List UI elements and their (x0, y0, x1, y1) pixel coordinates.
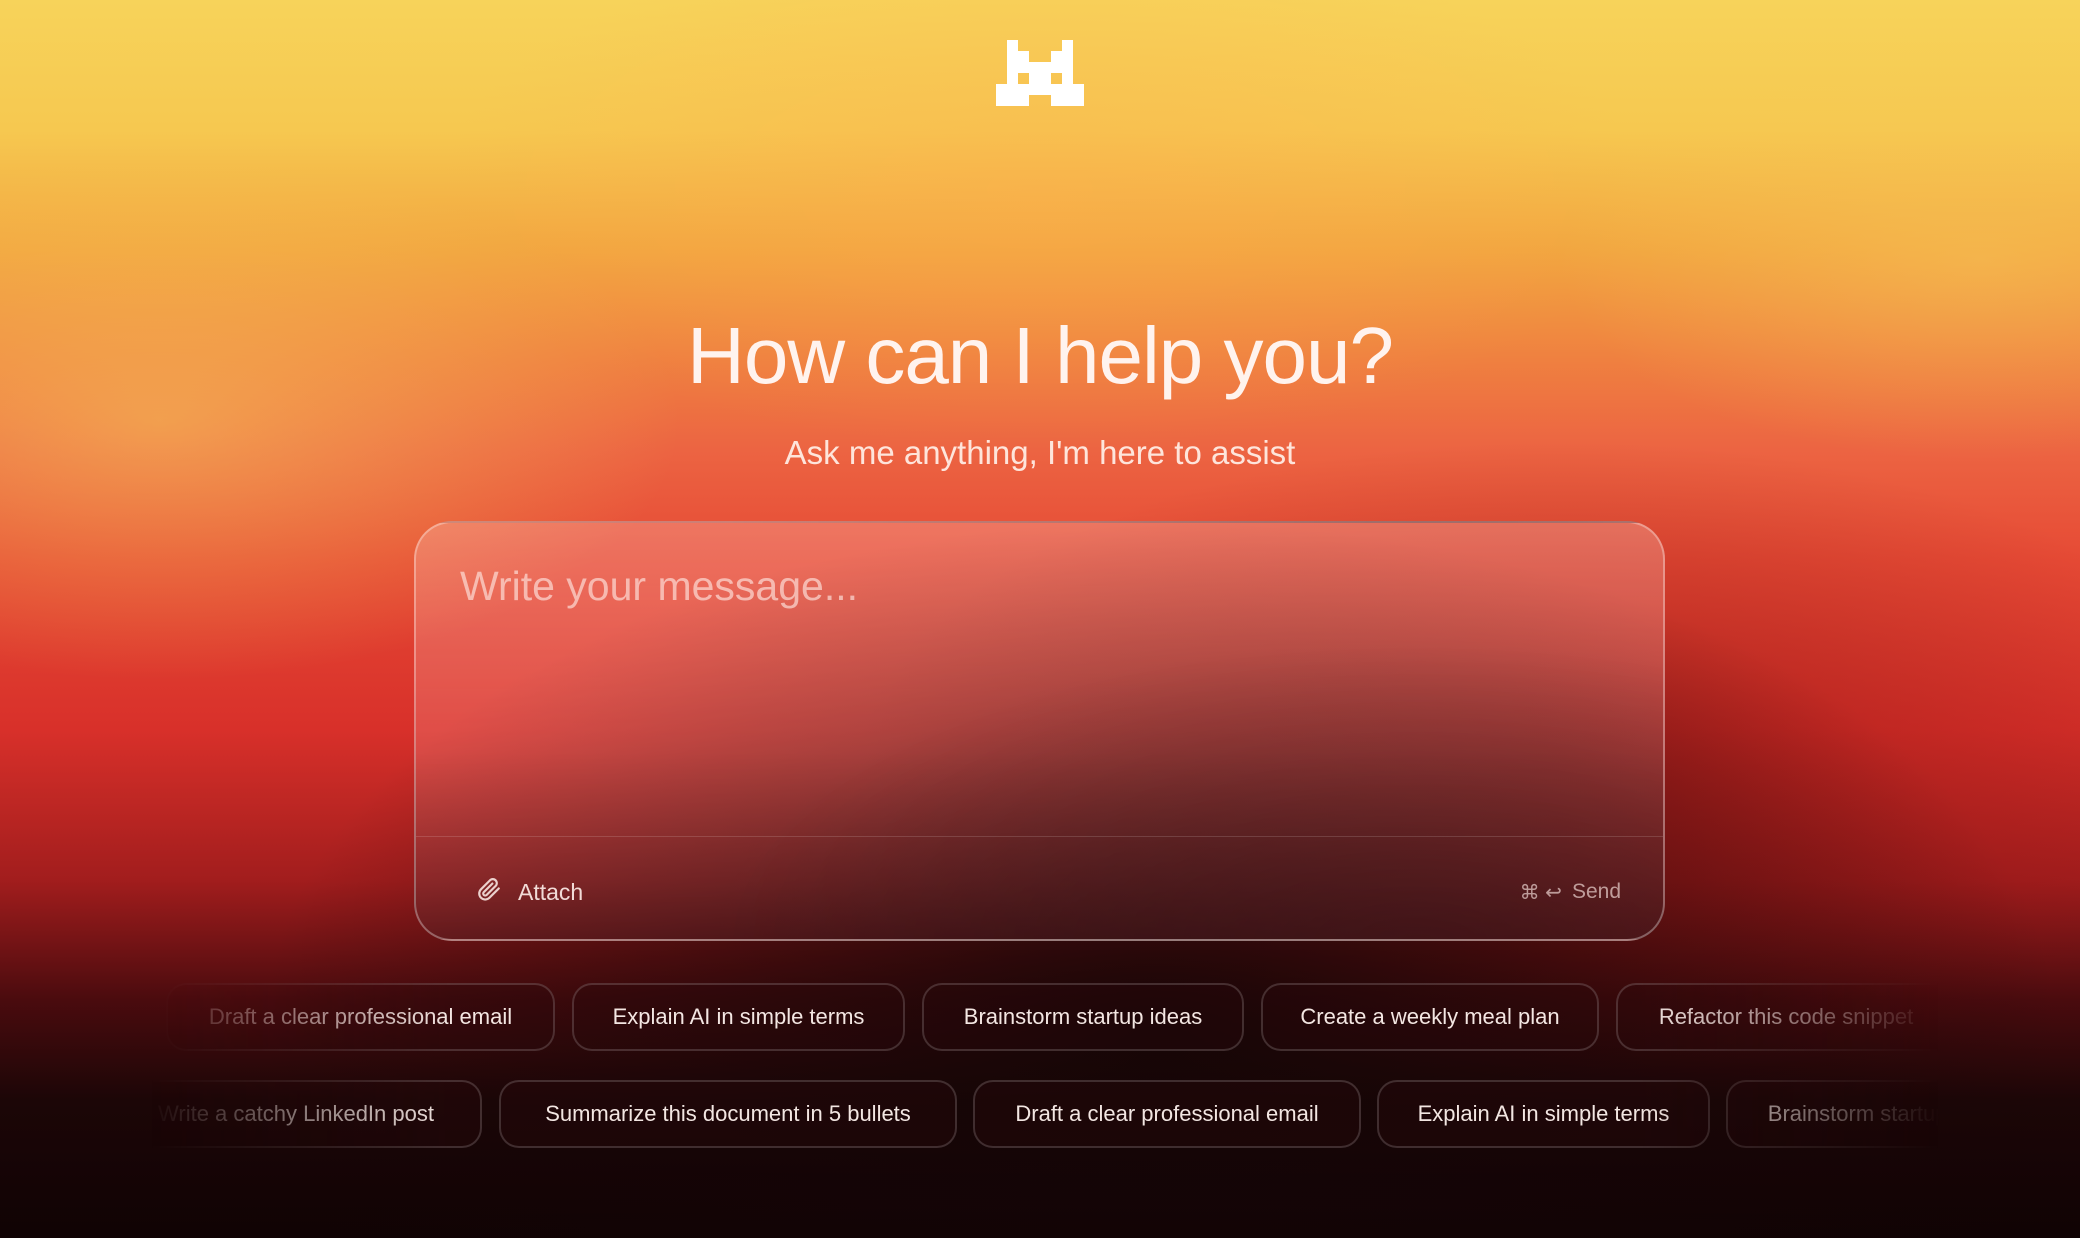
page-title: How can I help you? (687, 311, 1394, 400)
suggestion-chip[interactable]: Explain AI in simple terms (572, 983, 905, 1051)
attach-button[interactable]: Attach (476, 872, 583, 912)
suggestion-chip[interactable]: Summarize this document in 5 bullets (499, 1080, 957, 1148)
suggestion-chip[interactable]: Brainstorm startup ideas (1726, 1080, 1940, 1148)
message-input[interactable] (460, 563, 1610, 763)
suggestion-chip[interactable]: Write a catchy LinkedIn post (150, 1080, 482, 1148)
suggestion-chip[interactable]: Refactor this code snippet (1616, 983, 1940, 1051)
page-subtitle: Ask me anything, I'm here to assist (784, 434, 1296, 471)
suggestion-chip[interactable]: Create a weekly meal plan (1261, 983, 1599, 1051)
paperclip-icon (476, 876, 502, 908)
send-label: Send (1571, 880, 1621, 903)
message-composer: Attach ⌘ ↩ Send (414, 521, 1665, 941)
suggestion-chip[interactable]: Explain AI in simple terms (1377, 1080, 1710, 1148)
suggestion-chip[interactable]: Draft a clear professional email (166, 983, 555, 1051)
send-button[interactable]: ⌘ ↩ Send (1520, 873, 1621, 911)
composer-divider (416, 836, 1663, 837)
logo-mark (996, 40, 1084, 106)
suggestion-row-1: Draft a clear professional email Explain… (150, 983, 1940, 1053)
suggestion-row-2: Write a catchy LinkedIn post Summarize t… (150, 1080, 1940, 1150)
suggestion-chip[interactable]: Draft a clear professional email (973, 1080, 1361, 1148)
pixel-m-logo-icon (996, 40, 1084, 106)
suggestion-chip[interactable]: Brainstorm startup ideas (922, 983, 1244, 1051)
send-shortcut: ⌘ ↩ (1519, 881, 1562, 904)
attach-label: Attach (518, 878, 584, 905)
